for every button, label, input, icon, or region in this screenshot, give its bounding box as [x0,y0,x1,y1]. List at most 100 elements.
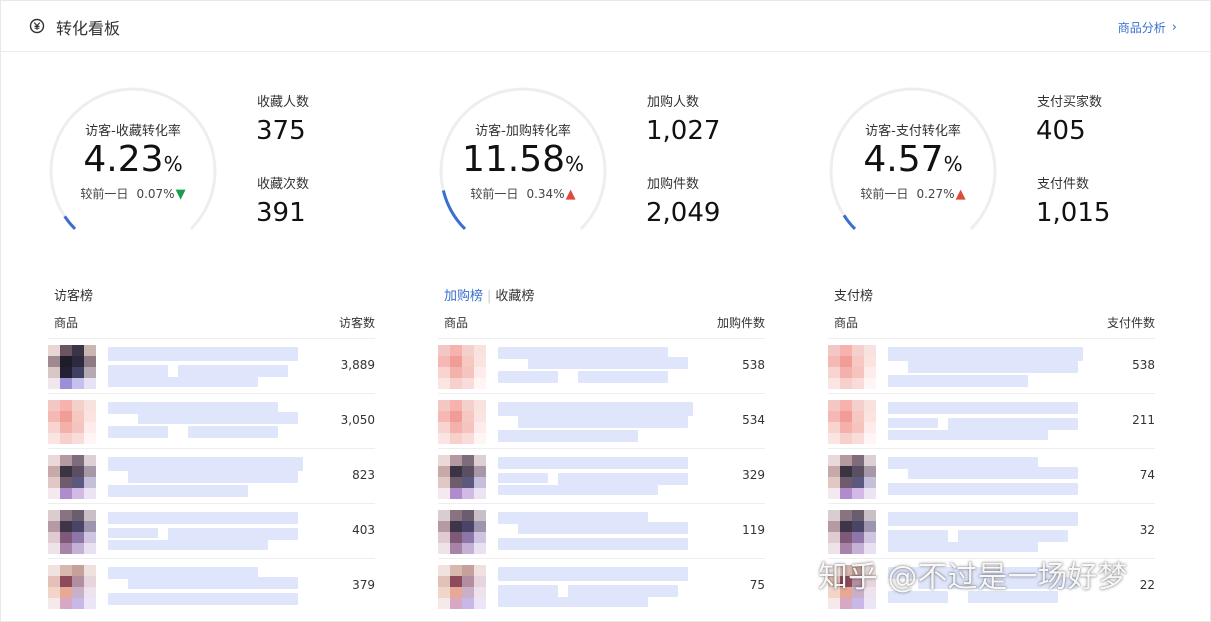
table-row[interactable]: 32 [828,503,1155,558]
row-metric-value: 823 [352,468,375,482]
table-row[interactable]: 75 [438,558,765,613]
product-thumbnail[interactable] [48,400,96,444]
conversion-rate: 4.23% [42,140,224,184]
ranking-tabs: 支付榜 [834,285,873,304]
product-thumbnail[interactable] [438,455,486,499]
ranking-tab[interactable]: 收藏榜 [495,289,534,304]
stat-label: 支付件数 [1037,177,1090,192]
product-thumbnail[interactable] [828,510,876,554]
product-thumbnail[interactable] [48,455,96,499]
metric-section: 访客-收藏转化率 4.23% 较前一日 0.07%▼ 收藏人数 375 收藏次数 391 访客榜… [0,0,390,622]
column-header-product: 商品 [54,316,79,330]
product-thumbnail[interactable] [828,400,876,444]
table-row[interactable]: 379 [48,558,375,613]
chevron-right-icon: › [1171,20,1177,35]
stat-label: 收藏人数 [257,95,310,110]
compare-value: 0.07% [136,187,175,201]
product-title-blurred[interactable] [108,512,303,552]
product-thumbnail[interactable] [438,565,486,609]
rate-number: 4.57 [863,139,944,180]
trend-down-arrow-icon: ▼ [175,187,186,202]
column-header-metric: 访客数 [338,316,375,330]
metric-section: 访客-加购转化率 11.58% 较前一日 0.34%▲ 加购人数 1,027 加购件数 2,0… [390,0,780,622]
compare-label: 较前一日 [80,187,129,201]
stat-label: 加购件数 [647,177,700,192]
row-metric-value: 329 [742,468,765,482]
conversion-rate: 4.57% [822,140,1004,184]
row-metric-value: 538 [742,358,765,372]
compare-value: 0.27% [916,187,955,201]
stat-value: 1,027 [646,116,721,146]
product-title-blurred[interactable] [108,567,303,607]
zhihu-watermark: 知乎 @不过是一场好梦 [818,560,1128,595]
product-title-blurred[interactable] [108,402,303,442]
column-header-metric: 加购件数 [716,316,765,330]
product-title-blurred[interactable] [888,402,1083,442]
product-title-blurred[interactable] [498,347,693,387]
table-row[interactable]: 403 [48,503,375,558]
product-title-blurred[interactable] [498,567,693,607]
row-metric-value: 119 [742,523,765,537]
gauge-label: 访客-加购转化率 [475,124,571,139]
metric-section: 访客-支付转化率 4.57% 较前一日 0.27%▲ 支付买家数 405 支付件数 1,015… [780,0,1170,622]
trend-up-arrow-icon: ▲ [565,187,576,202]
tab-separator: | [487,289,492,304]
table-row[interactable]: 534 [438,393,765,448]
product-thumbnail[interactable] [48,345,96,389]
conversion-rate: 11.58% [432,140,614,184]
stat-label: 支付买家数 [1037,95,1103,110]
compare-row: 较前一日 0.07%▼ [42,185,224,202]
product-title-blurred[interactable] [498,512,693,552]
product-thumbnail[interactable] [438,345,486,389]
table-row[interactable]: 538 [438,338,765,393]
row-metric-value: 379 [352,578,375,592]
table-row[interactable]: 3,889 [48,338,375,393]
table-row[interactable]: 119 [438,503,765,558]
product-thumbnail[interactable] [48,510,96,554]
table-row[interactable]: 823 [48,448,375,503]
table-row[interactable]: 74 [828,448,1155,503]
ranking-tab[interactable]: 加购榜 [444,289,483,304]
row-metric-value: 22 [1139,578,1155,592]
product-thumbnail[interactable] [828,345,876,389]
product-thumbnail[interactable] [48,565,96,609]
rate-unit: % [565,152,585,176]
rate-number: 11.58 [461,139,566,180]
row-metric-value: 32 [1139,523,1155,537]
column-header-metric: 支付件数 [1106,316,1155,330]
column-header-product: 商品 [444,316,469,330]
ranking-tab[interactable]: 访客榜 [54,289,93,304]
product-title-blurred[interactable] [498,402,693,442]
table-row[interactable]: 538 [828,338,1155,393]
stat-value: 375 [256,116,306,146]
compare-row: 较前一日 0.27%▲ [822,185,1004,202]
compare-label: 较前一日 [860,187,909,201]
row-metric-value: 211 [1132,413,1155,427]
stat-label: 加购人数 [647,95,700,110]
ranking-tabs: 访客榜 [54,285,93,304]
product-title-blurred[interactable] [888,512,1083,552]
gauge-label: 访客-收藏转化率 [85,124,181,139]
rate-unit: % [943,152,963,176]
product-thumbnail[interactable] [828,455,876,499]
table-row[interactable]: 211 [828,393,1155,448]
row-metric-value: 74 [1139,468,1155,482]
table-row[interactable]: 329 [438,448,765,503]
product-title-blurred[interactable] [888,457,1083,497]
product-thumbnail[interactable] [438,400,486,444]
row-metric-value: 3,050 [340,413,375,427]
row-metric-value: 3,889 [340,358,375,372]
stat-value: 391 [256,198,306,228]
product-title-blurred[interactable] [498,457,693,497]
row-metric-value: 538 [1132,358,1155,372]
stat-value: 2,049 [646,198,721,228]
trend-up-arrow-icon: ▲ [955,187,966,202]
product-title-blurred[interactable] [108,347,303,387]
table-row[interactable]: 3,050 [48,393,375,448]
ranking-tab[interactable]: 支付榜 [834,289,873,304]
product-thumbnail[interactable] [438,510,486,554]
row-metric-value: 534 [742,413,765,427]
product-title-blurred[interactable] [108,457,303,497]
product-title-blurred[interactable] [888,347,1083,387]
compare-row: 较前一日 0.34%▲ [432,185,614,202]
